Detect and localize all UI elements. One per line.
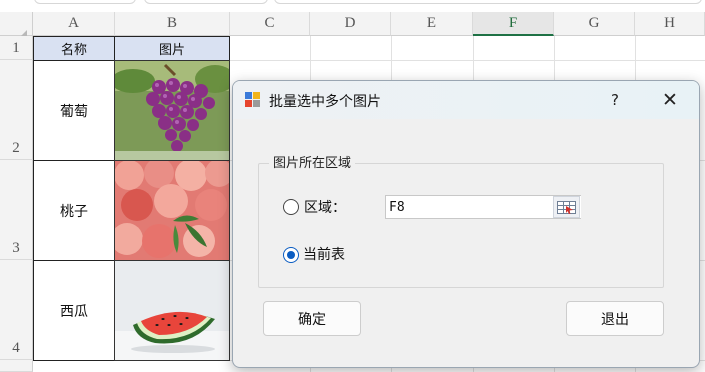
column-header-e[interactable]: E — [391, 12, 473, 36]
dialog-titlebar[interactable]: 批量选中多个图片 ? ✕ — [233, 81, 699, 119]
cell-name-grape[interactable]: 葡萄 — [33, 60, 115, 161]
header-cell-name[interactable]: 名称 — [33, 36, 115, 61]
column-header-f[interactable]: F — [473, 12, 554, 36]
range-radio[interactable] — [283, 199, 299, 215]
select-all-corner[interactable] — [0, 12, 33, 39]
current-sheet-label[interactable]: 当前表 — [303, 244, 345, 264]
column-header-b[interactable]: B — [115, 12, 230, 36]
watermelon-image[interactable] — [114, 260, 230, 361]
cell-name-watermelon[interactable]: 西瓜 — [33, 260, 115, 361]
picture-area-groupbox — [258, 163, 664, 288]
help-button[interactable]: ? — [605, 89, 625, 111]
row-header-3[interactable]: 3 — [0, 160, 33, 260]
dialog-title: 批量选中多个图片 — [269, 94, 381, 110]
column-header-a[interactable]: A — [33, 12, 115, 36]
header-cell-picture[interactable]: 图片 — [114, 36, 230, 61]
current-sheet-radio[interactable] — [283, 247, 299, 263]
row-header-4[interactable]: 4 — [0, 260, 33, 360]
range-picker-icon[interactable] — [553, 196, 580, 218]
cell-name-peach[interactable]: 桃子 — [33, 160, 115, 261]
toolbar-control[interactable] — [144, 0, 268, 4]
exit-button[interactable]: 退出 — [566, 301, 664, 336]
column-header-c[interactable]: C — [230, 12, 310, 36]
ribbon-edge — [0, 0, 705, 5]
column-header-h[interactable]: H — [635, 12, 705, 36]
group-label: 图片所在区域 — [269, 152, 356, 171]
row-header-1[interactable]: 1 — [0, 36, 33, 60]
close-button[interactable]: ✕ — [658, 88, 682, 112]
ok-button[interactable]: 确定 — [263, 301, 361, 336]
row-header-2[interactable]: 2 — [0, 60, 33, 160]
column-header-g[interactable]: G — [554, 12, 635, 36]
name-box[interactable] — [34, 0, 136, 4]
batch-select-dialog: 批量选中多个图片 ? ✕ 图片所在区域 区域： F8 当前表 确定 退出 — [232, 80, 700, 368]
range-input[interactable]: F8 — [385, 195, 581, 219]
formula-bar[interactable] — [274, 0, 702, 4]
peach-image[interactable] — [114, 160, 230, 261]
row-header-5[interactable] — [0, 360, 33, 372]
range-radio-label[interactable]: 区域： — [304, 197, 346, 217]
column-header-d[interactable]: D — [310, 12, 391, 36]
app-icon — [244, 91, 261, 108]
grape-image[interactable] — [114, 60, 230, 161]
